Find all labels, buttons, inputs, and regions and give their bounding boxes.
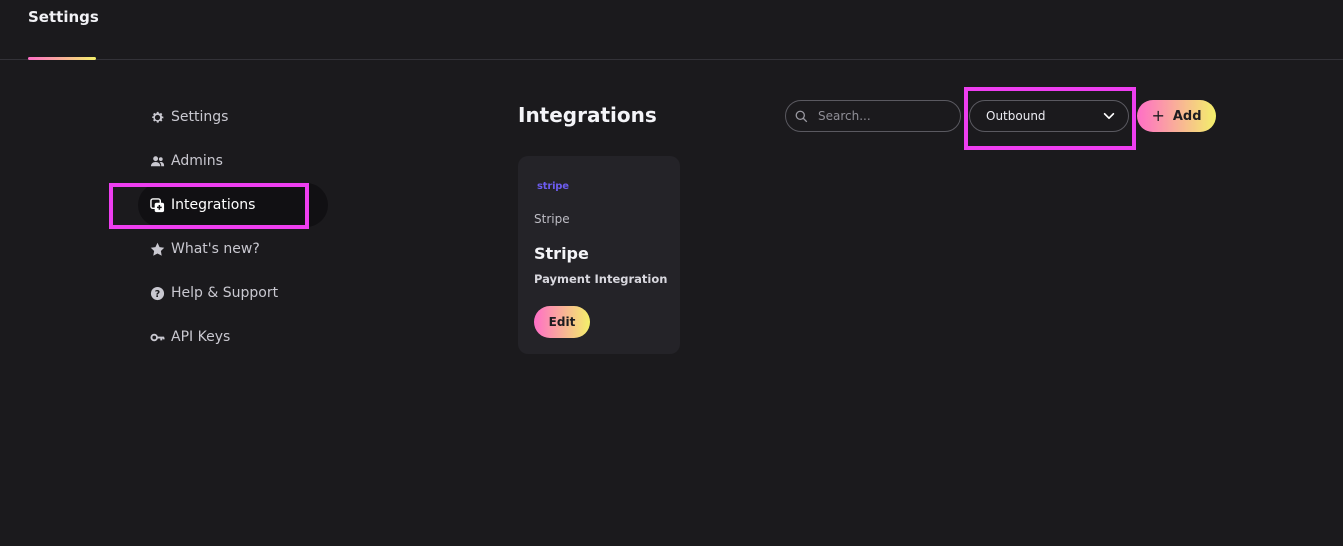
integration-card: stripe Stripe Stripe Payment Integration… bbox=[518, 156, 680, 354]
plus-icon: + bbox=[1151, 106, 1165, 125]
sidebar-item-api-keys[interactable]: API Keys bbox=[138, 315, 328, 359]
key-icon bbox=[150, 330, 165, 345]
sidebar-item-label: Help & Support bbox=[171, 285, 279, 301]
sidebar-item-settings[interactable]: Settings bbox=[138, 95, 328, 139]
card-title: Stripe bbox=[534, 244, 589, 263]
sidebar-item-admins[interactable]: Admins bbox=[138, 139, 328, 183]
search-input[interactable] bbox=[816, 108, 950, 124]
users-icon bbox=[150, 154, 165, 169]
chevron-down-icon bbox=[1102, 109, 1116, 123]
sidebar-item-whats-new[interactable]: What's new? bbox=[138, 227, 328, 271]
integrations-icon bbox=[150, 197, 165, 213]
active-tab-indicator bbox=[28, 57, 96, 60]
settings-page: Settings Settings Admins Integrations Wh… bbox=[0, 0, 1343, 546]
sidebar-item-label: Integrations bbox=[171, 197, 256, 213]
header-divider bbox=[0, 59, 1343, 60]
search-box[interactable] bbox=[785, 100, 961, 132]
sidebar: Settings Admins Integrations What's new?… bbox=[138, 95, 328, 359]
card-description: Payment Integration bbox=[534, 272, 668, 286]
add-button-label: Add bbox=[1172, 108, 1202, 124]
search-icon bbox=[795, 110, 808, 123]
tab-settings[interactable]: Settings bbox=[28, 8, 99, 26]
edit-button[interactable]: Edit bbox=[534, 306, 590, 338]
stripe-logo: stripe bbox=[537, 181, 569, 192]
sidebar-item-label: What's new? bbox=[171, 241, 260, 257]
sidebar-item-help-support[interactable]: ? Help & Support bbox=[138, 271, 328, 315]
card-provider: Stripe bbox=[534, 212, 570, 226]
sidebar-item-label: API Keys bbox=[171, 329, 231, 345]
sidebar-item-label: Settings bbox=[171, 109, 229, 125]
direction-select-value: Outbound bbox=[986, 109, 1046, 123]
help-icon: ? bbox=[150, 286, 165, 301]
star-icon bbox=[150, 242, 165, 257]
gear-icon bbox=[150, 110, 165, 125]
direction-select[interactable]: Outbound bbox=[969, 100, 1129, 132]
svg-text:?: ? bbox=[155, 288, 160, 299]
page-title: Integrations bbox=[518, 103, 657, 127]
sidebar-item-integrations[interactable]: Integrations bbox=[138, 183, 328, 227]
add-button[interactable]: + Add bbox=[1137, 100, 1216, 132]
sidebar-item-label: Admins bbox=[171, 153, 223, 169]
